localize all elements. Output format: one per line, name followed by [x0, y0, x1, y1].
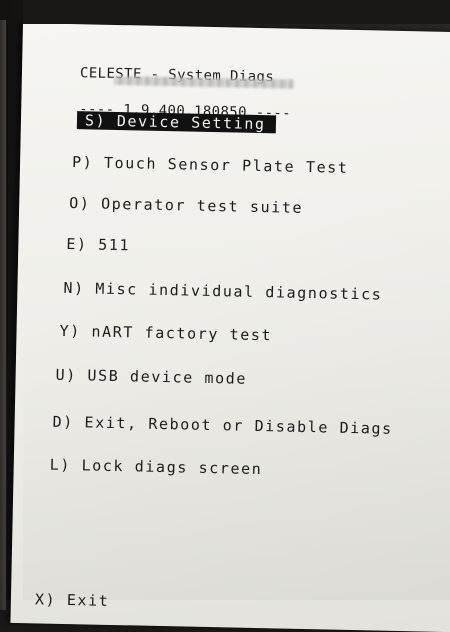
menu-item-usb-device-mode[interactable]: U) USB device mode: [55, 366, 247, 388]
diags-menu: S) Device Setting P) Touch Sensor Plate …: [10, 23, 450, 632]
menu-item-operator-test-suite[interactable]: O) Operator test suite: [69, 194, 303, 217]
menu-item-device-setting[interactable]: S) Device Setting: [76, 111, 276, 134]
menu-item-nart-factory-test[interactable]: Y) nART factory test: [59, 322, 272, 344]
menu-item-lock-diags-screen[interactable]: L) Lock diags screen: [50, 456, 263, 478]
menu-item-exit-reboot-disable-diags[interactable]: D) Exit, Reboot or Disable Diags: [52, 413, 392, 438]
menu-item-touch-sensor-plate-test[interactable]: P) Touch Sensor Plate Test: [72, 153, 349, 177]
e-ink-screen: CELESTE - System Diags ---- 1.9.400.1808…: [10, 23, 450, 632]
bezel-top-edge: [23, 0, 450, 24]
menu-item-misc-individual-diagnostics[interactable]: N) Misc individual diagnostics: [63, 279, 382, 304]
menu-item-511[interactable]: E) 511: [66, 235, 130, 254]
bezel-left-edge: [0, 20, 6, 610]
menu-item-exit-partial[interactable]: X) Exit: [35, 590, 110, 610]
